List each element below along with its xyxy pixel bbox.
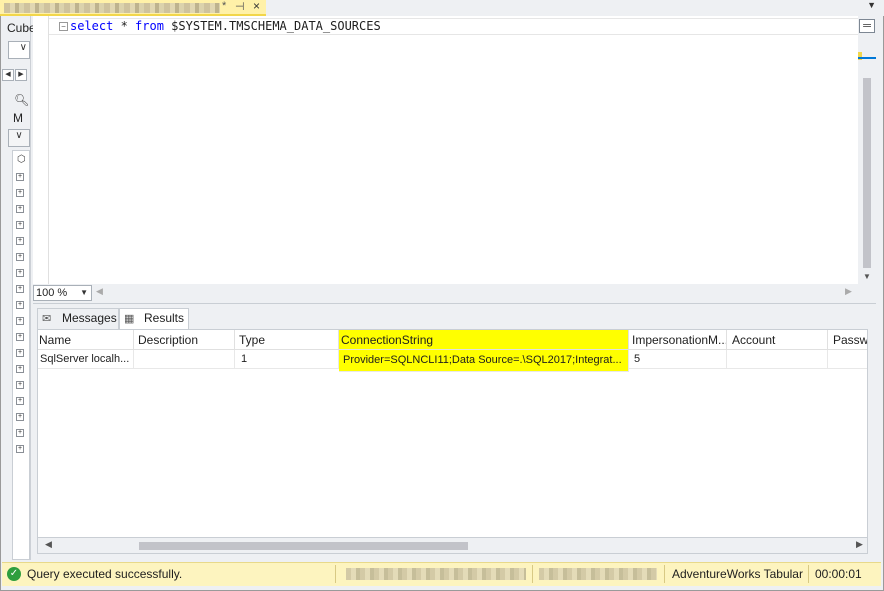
results-grid[interactable]: Name Description Type ConnectionString I… (37, 329, 868, 538)
column-header-account[interactable]: Account (727, 330, 828, 350)
grid-scroll-thumb[interactable] (139, 542, 468, 550)
zoom-value: 100 % (36, 287, 68, 299)
column-header-type[interactable]: Type (235, 330, 339, 350)
redacted-user (539, 568, 657, 580)
messages-icon: ✉ (42, 313, 52, 325)
tree-expand-icon[interactable]: + (16, 237, 24, 245)
table-cell-connectionstring[interactable]: Provider=SQLNCLI11;Data Source=.\SQL2017… (339, 350, 629, 372)
tree-expand-icon[interactable]: + (16, 429, 24, 437)
chevron-down-icon[interactable]: ▼ (80, 286, 88, 300)
scroll-right-icon[interactable]: ▶ (845, 286, 852, 297)
column-header-description[interactable]: Description (134, 330, 235, 350)
redacted-tab-title (4, 3, 220, 13)
tree-expand-icon[interactable]: + (16, 205, 24, 213)
collapse-left-button[interactable]: ◀ (2, 69, 14, 81)
cube-label: Cube (7, 21, 36, 35)
tree-expand-icon[interactable]: + (16, 269, 24, 277)
tree-expand-icon[interactable]: + (16, 253, 24, 261)
success-check-icon: ✓ (7, 567, 21, 581)
close-icon[interactable]: × (253, 0, 260, 13)
status-message: Query executed successfully. (27, 567, 183, 581)
column-header-connectionstring[interactable]: ConnectionString (339, 330, 629, 350)
column-header-password[interactable]: Passwo (828, 330, 867, 350)
status-bar: ✓ Query executed successfully. Adventure… (2, 562, 881, 586)
query-text[interactable]: select * from $SYSTEM.TMSCHEMA_DATA_SOUR… (70, 19, 381, 33)
cube-icon: ⬡ (17, 154, 26, 165)
tree-expand-icon[interactable]: + (16, 221, 24, 229)
tab-results-label: Results (144, 311, 185, 325)
column-header-impersonationmode[interactable]: ImpersonationM... (629, 330, 727, 350)
results-tab-strip: ✉ Messages ▦ Results (33, 307, 876, 329)
table-cell-password[interactable] (828, 350, 867, 369)
status-database: AdventureWorks Tabular (672, 567, 803, 581)
status-elapsed-time: 00:00:01 (815, 567, 862, 581)
tree-expand-icon[interactable]: + (16, 285, 24, 293)
query-star: * (113, 19, 136, 33)
pin-icon[interactable]: ⊣ (235, 0, 245, 13)
tree-expand-icon[interactable]: + (16, 445, 24, 453)
cube-selector-combo[interactable]: ∨ (8, 41, 30, 59)
scroll-right-icon[interactable]: ▶ (856, 539, 863, 550)
caret-position-marker (858, 57, 876, 59)
zoom-row: 100 % ▼ ◀ ▶ (33, 284, 859, 302)
tab-list-dropdown-icon[interactable]: ▼ (867, 0, 876, 10)
status-divider (664, 565, 665, 583)
status-divider (335, 565, 336, 583)
tree-expand-icon[interactable]: + (16, 333, 24, 341)
redacted-server (346, 568, 526, 580)
modified-marker: * (222, 0, 227, 12)
tree-expand-icon[interactable]: + (16, 397, 24, 405)
metadata-tree[interactable]: ⬡ + + + + + + + + + + + + + + + + + + (12, 150, 30, 560)
grid-icon: ▦ (124, 313, 135, 325)
editor-gutter (33, 16, 49, 284)
tree-expand-icon[interactable]: + (16, 301, 24, 309)
measure-group-label: M (13, 111, 23, 125)
table-cell-account[interactable] (727, 350, 828, 369)
table-cell-name[interactable]: SqlServer localh... (38, 350, 134, 369)
tree-expand-icon[interactable]: + (16, 189, 24, 197)
tree-expand-icon[interactable]: + (16, 413, 24, 421)
status-divider (532, 565, 533, 583)
query-document-tab[interactable]: * ⊣ × (0, 0, 266, 16)
tree-expand-icon[interactable]: + (16, 381, 24, 389)
keyword-select: select (70, 19, 114, 33)
tab-messages[interactable]: ✉ Messages (37, 308, 119, 329)
query-editor[interactable]: − select * from $SYSTEM.TMSCHEMA_DATA_SO… (33, 16, 859, 284)
table-cell-impersonationmode[interactable]: 5 (629, 350, 727, 369)
measure-group-combo[interactable]: ∨ (8, 129, 30, 147)
expand-right-button[interactable]: ▶ (15, 69, 27, 81)
zoom-combo[interactable]: 100 % ▼ (33, 285, 92, 301)
scroll-down-icon[interactable]: ▼ (863, 272, 871, 281)
metadata-explorer-panel: Cube ∨ ◀ ▶ 🔍︎ M ∨ ⬡ + + + + + + + + + + … (2, 16, 36, 560)
search-icon[interactable]: 🔍︎ (14, 93, 29, 107)
keyword-from: from (135, 19, 164, 33)
table-cell-description[interactable] (134, 350, 235, 369)
tree-expand-icon[interactable]: + (16, 365, 24, 373)
scroll-left-icon[interactable]: ◀ (45, 539, 52, 550)
editor-scroll-thumb[interactable] (863, 78, 871, 268)
scroll-left-icon[interactable]: ◀ (96, 286, 103, 297)
table-cell-type[interactable]: 1 (235, 350, 339, 369)
status-divider (808, 565, 809, 583)
query-object: $SYSTEM.TMSCHEMA_DATA_SOURCES (163, 19, 381, 33)
tree-expand-icon[interactable]: + (16, 349, 24, 357)
collapse-region-icon[interactable]: − (59, 22, 68, 31)
tab-messages-label: Messages (62, 311, 117, 325)
column-header-name[interactable]: Name (38, 330, 134, 350)
tree-expand-icon[interactable]: + (16, 317, 24, 325)
grid-horizontal-scrollbar[interactable]: ◀ ▶ (37, 538, 868, 554)
editor-vertical-scrollbar[interactable]: ═ ▼ (858, 16, 876, 284)
split-window-icon[interactable]: ═ (859, 19, 875, 33)
document-tab-strip: * ⊣ × ▼ (0, 0, 884, 16)
tab-results[interactable]: ▦ Results (119, 308, 189, 329)
tree-expand-icon[interactable]: + (16, 173, 24, 181)
